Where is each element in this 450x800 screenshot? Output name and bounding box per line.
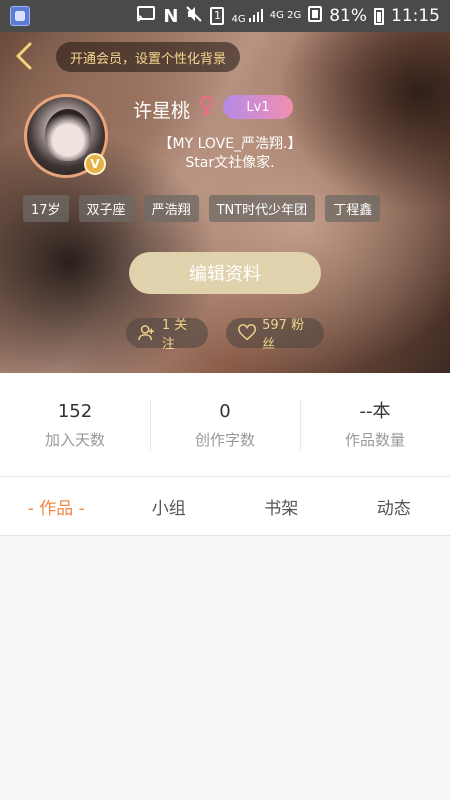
fans-button[interactable]: 597 粉丝 <box>226 318 324 352</box>
stat-label: 作品数量 <box>344 430 405 449</box>
tab-works[interactable]: - 作品 - <box>0 494 113 519</box>
stat-works-count[interactable]: --本 作品数量 <box>300 398 450 451</box>
signal-bars-icon <box>248 8 263 22</box>
stat-value: 152 <box>57 400 93 422</box>
verified-badge: V <box>84 153 106 175</box>
following-button[interactable]: 1 关注 <box>126 318 208 352</box>
edit-profile-button[interactable]: 编辑资料 <box>129 252 321 294</box>
data-icon <box>308 5 323 27</box>
clock: 11:15 <box>391 6 440 26</box>
profile-header: 开通会员，设置个性化背景 V 许星桃 ♀ Lv1 【MY LOVE_严浩翔.】 … <box>0 32 450 373</box>
heart-icon <box>238 324 256 341</box>
mute-icon <box>185 5 203 28</box>
stat-word-count[interactable]: 0 创作字数 <box>150 398 300 451</box>
level-badge[interactable]: Lv1 <box>223 95 293 119</box>
tab-content-area <box>0 536 450 800</box>
vip-background-prompt[interactable]: 开通会员，设置个性化背景 <box>56 42 241 72</box>
stat-value: --本 <box>359 400 391 422</box>
fans-count: 597 粉丝 <box>262 318 305 352</box>
tab-bookshelf[interactable]: 书架 <box>225 494 338 519</box>
bio-line-1: 【MY LOVE_严浩翔.】 <box>158 136 302 152</box>
battery-icon <box>374 7 384 25</box>
tag-idol-1: 严浩翔 <box>143 195 199 222</box>
stat-joined-days[interactable]: 152 加入天数 <box>0 399 150 450</box>
tag-idol-2: 丁程鑫 <box>325 195 381 222</box>
signal-icon: 4G <box>231 8 263 25</box>
sim-icon: 1 <box>210 7 225 25</box>
nfc-icon: N <box>163 5 179 27</box>
signal-1-label: 4G <box>231 13 246 25</box>
app-icon <box>10 6 30 26</box>
bio-line-2: Star文社像家. <box>185 155 275 171</box>
chevron-left-icon <box>16 42 32 70</box>
username: 许星桃 <box>133 100 191 122</box>
stats-row: 152 加入天数 0 创作字数 --本 作品数量 <box>0 373 450 475</box>
female-icon: ♀ <box>198 91 216 119</box>
tag-zodiac: 双子座 <box>78 195 134 222</box>
add-user-icon <box>138 325 155 341</box>
tab-groups[interactable]: 小组 <box>113 494 226 519</box>
tab-activity[interactable]: 动态 <box>338 494 450 519</box>
signal-2-icon: 4G 2G <box>270 11 301 21</box>
tag-age: 17岁 <box>23 195 69 222</box>
status-bar: N 1 4G 4G 2G 81% 11:15 <box>0 0 450 32</box>
profile-tabs: - 作品 - 小组 书架 动态 <box>0 476 450 536</box>
back-button[interactable] <box>12 41 38 71</box>
stat-label: 创作字数 <box>194 430 255 449</box>
stat-value: 0 <box>219 400 231 422</box>
following-count: 1 关注 <box>161 318 188 352</box>
tag-group: TNT时代少年团 <box>208 195 316 222</box>
stat-label: 加入天数 <box>44 430 105 449</box>
tag-list: 17岁 双子座 严浩翔 TNT时代少年团 丁程鑫 <box>23 195 381 222</box>
signal-2-label: 4G 2G <box>269 10 302 21</box>
cast-icon <box>136 6 156 26</box>
battery-percent: 81% <box>329 6 367 26</box>
status-icons: N 1 4G 4G 2G 81% 11:15 <box>136 0 440 32</box>
bio: 【MY LOVE_严浩翔.】 Star文社像家. <box>110 135 350 173</box>
